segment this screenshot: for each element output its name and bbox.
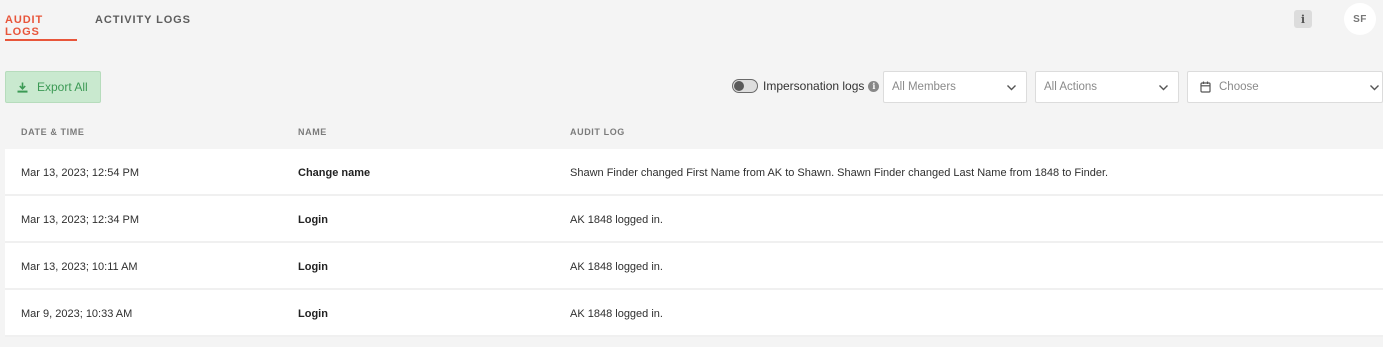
info-icon[interactable]: i: [1294, 10, 1312, 28]
download-icon: [17, 82, 28, 93]
column-header-datetime: DATE & TIME: [21, 127, 85, 137]
table-row[interactable]: Mar 13, 2023; 12:54 PM Change name Shawn…: [5, 149, 1383, 196]
tab-activity-logs[interactable]: ACTIVITY LOGS: [95, 0, 191, 41]
row-datetime: Mar 13, 2023; 12:54 PM: [21, 167, 140, 179]
actions-select-value: All Actions: [1044, 81, 1098, 93]
chevron-down-icon: [1159, 85, 1168, 91]
row-name: Login: [298, 308, 328, 320]
table-row[interactable]: Mar 13, 2023; 12:34 PM Login AK 1848 log…: [5, 196, 1383, 243]
audit-logs-page: AUDIT LOGS ACTIVITY LOGS i SF Export All…: [0, 0, 1383, 347]
row-name: Change name: [298, 167, 371, 179]
audit-log-table: Mar 13, 2023; 12:54 PM Change name Shawn…: [5, 149, 1383, 337]
row-audit-log: AK 1848 logged in.: [570, 261, 663, 273]
column-header-audit-log: AUDIT LOG: [570, 127, 625, 137]
date-picker-value: Choose: [1219, 81, 1259, 93]
toggle-knob: [734, 81, 744, 91]
chevron-down-icon: [1007, 85, 1016, 91]
row-name: Login: [298, 214, 328, 226]
column-header-name: NAME: [298, 127, 327, 137]
members-select-value: All Members: [892, 81, 956, 93]
info-circle-icon[interactable]: i: [868, 80, 880, 92]
row-datetime: Mar 13, 2023; 12:34 PM: [21, 214, 140, 226]
date-range-picker[interactable]: Choose: [1187, 71, 1383, 103]
table-header: DATE & TIME NAME AUDIT LOG: [5, 127, 1383, 139]
row-audit-log: AK 1848 logged in.: [570, 308, 663, 320]
members-select[interactable]: All Members: [883, 71, 1027, 103]
row-audit-log: AK 1848 logged in.: [570, 214, 663, 226]
log-tabs: AUDIT LOGS ACTIVITY LOGS: [5, 0, 191, 41]
impersonation-toggle-group: Impersonation logs i: [732, 79, 880, 93]
avatar[interactable]: SF: [1344, 3, 1376, 35]
tab-audit-logs[interactable]: AUDIT LOGS: [5, 0, 77, 41]
table-row[interactable]: Mar 13, 2023; 10:11 AM Login AK 1848 log…: [5, 243, 1383, 290]
calendar-icon: [1200, 81, 1211, 93]
impersonation-label: Impersonation logs: [763, 79, 865, 93]
impersonation-toggle[interactable]: [732, 79, 758, 93]
export-all-label: Export All: [37, 80, 88, 94]
table-row[interactable]: Mar 9, 2023; 10:33 AM Login AK 1848 logg…: [5, 290, 1383, 337]
row-datetime: Mar 13, 2023; 10:11 AM: [21, 261, 138, 273]
row-audit-log: Shawn Finder changed First Name from AK …: [570, 167, 1109, 179]
row-name: Login: [298, 261, 328, 273]
row-datetime: Mar 9, 2023; 10:33 AM: [21, 308, 133, 320]
export-all-button[interactable]: Export All: [5, 71, 101, 103]
chevron-down-icon: [1370, 85, 1379, 91]
actions-select[interactable]: All Actions: [1035, 71, 1179, 103]
